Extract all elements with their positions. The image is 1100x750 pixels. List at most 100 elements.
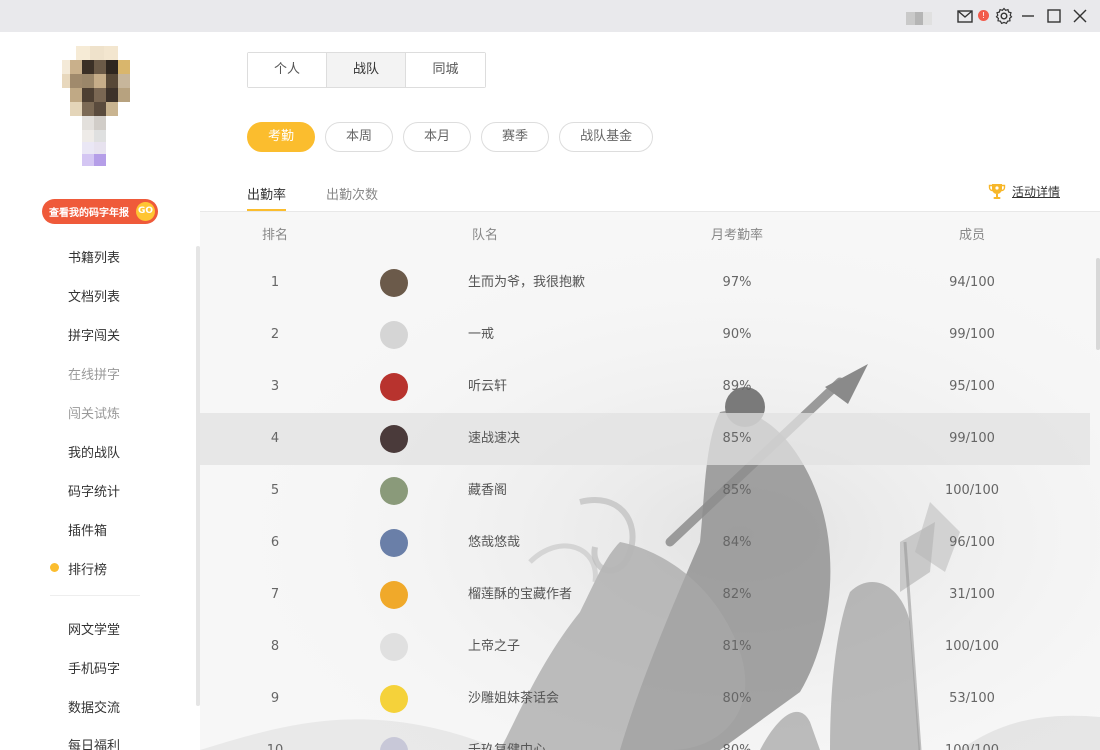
attendance-rate-cell: 82% <box>722 587 752 602</box>
sidebar-item-daily-bonus[interactable]: 每日福利 <box>68 735 120 750</box>
sidebar-item-data-exchange[interactable]: 数据交流 <box>68 697 120 716</box>
title-bar: ! <box>0 0 1100 32</box>
period-filter: 考勤 本周 本月 赛季 战队基金 <box>247 122 663 152</box>
table-row[interactable]: 8 上帝之子 81% 100/100 <box>200 621 1090 673</box>
segment-city[interactable]: 同城 <box>406 53 485 87</box>
members-cell: 99/100 <box>949 431 995 446</box>
notification-badge: ! <box>978 10 989 21</box>
team-avatar[interactable] <box>380 269 408 297</box>
go-badge: GO <box>136 202 155 221</box>
rank-cell: 6 <box>270 535 280 550</box>
metric-tabs: 出勤率 出勤次数 <box>247 184 418 211</box>
header-attendance-rate: 月考勤率 <box>710 228 764 243</box>
rank-cell: 8 <box>270 639 280 654</box>
trophy-icon <box>988 184 1006 199</box>
sidebar-item-leaderboard[interactable]: 排行榜 <box>68 559 107 578</box>
sidebar-item-plugins[interactable]: 插件箱 <box>68 520 107 539</box>
sidebar-item-my-team[interactable]: 我的战队 <box>68 442 120 461</box>
table-row[interactable]: 7 榴莲酥的宝藏作者 82% 31/100 <box>200 569 1090 621</box>
team-name-cell[interactable]: 榴莲酥的宝藏作者 <box>468 569 572 621</box>
table-row[interactable]: 1 生而为爷，我很抱歉 97% 94/100 <box>200 257 1090 309</box>
header-members: 成员 <box>958 228 986 243</box>
team-name-cell[interactable]: 千玖复健中心 <box>468 725 546 750</box>
attendance-rate-cell: 85% <box>722 483 752 498</box>
team-name-cell[interactable]: 生而为爷，我很抱歉 <box>468 257 585 309</box>
attendance-rate-cell: 84% <box>722 535 752 550</box>
minimize-icon[interactable] <box>1018 6 1038 26</box>
table-row[interactable]: 9 沙雕姐妹茶话会 80% 53/100 <box>200 673 1090 725</box>
sidebar-item-trial[interactable]: 闯关试炼 <box>68 403 120 422</box>
attendance-rate-cell: 80% <box>722 691 752 706</box>
active-indicator-dot <box>50 563 59 572</box>
sidebar-item-online-typing[interactable]: 在线拼字 <box>68 364 120 383</box>
avatar[interactable] <box>62 46 142 182</box>
segment-personal[interactable]: 个人 <box>248 53 327 87</box>
pill-month[interactable]: 本月 <box>403 122 472 152</box>
main-content: 个人 战队 同城 考勤 本周 本月 赛季 战队基金 出勤率 出勤次数 活动详情 <box>200 32 1100 750</box>
table-row[interactable]: 6 悠哉悠哉 84% 96/100 <box>200 517 1090 569</box>
table-row[interactable]: 3 听云轩 89% 95/100 <box>200 361 1090 413</box>
rank-cell: 9 <box>270 691 280 706</box>
team-name-cell[interactable]: 速战速决 <box>468 413 520 465</box>
event-details-link[interactable]: 活动详情 <box>988 182 1060 200</box>
table-row[interactable]: 4 速战速决 85% 99/100 <box>200 413 1090 465</box>
tab-attendance-rate[interactable]: 出勤率 <box>247 184 287 211</box>
members-cell: 95/100 <box>949 379 995 394</box>
tab-attendance-count[interactable]: 出勤次数 <box>326 184 378 211</box>
team-avatar[interactable] <box>380 321 408 349</box>
pill-season[interactable]: 赛季 <box>481 122 550 152</box>
team-avatar[interactable] <box>380 737 408 750</box>
members-cell: 99/100 <box>949 327 995 342</box>
table-row[interactable]: 10 千玖复健中心 80% 100/100 <box>200 725 1090 750</box>
rank-cell: 7 <box>270 587 280 602</box>
sidebar-item-book-list[interactable]: 书籍列表 <box>68 247 120 266</box>
team-avatar[interactable] <box>380 425 408 453</box>
sidebar-divider <box>50 595 140 596</box>
sidebar-item-doc-list[interactable]: 文档列表 <box>68 286 120 305</box>
user-avatar-small[interactable] <box>906 10 934 25</box>
rank-cell: 3 <box>270 379 280 394</box>
main-scrollbar[interactable] <box>1096 258 1100 350</box>
team-name-cell[interactable]: 藏香阁 <box>468 465 507 517</box>
members-cell: 96/100 <box>949 535 995 550</box>
team-avatar[interactable] <box>380 633 408 661</box>
pill-team-fund[interactable]: 战队基金 <box>559 122 654 152</box>
team-avatar[interactable] <box>380 529 408 557</box>
members-cell: 53/100 <box>949 691 995 706</box>
members-cell: 100/100 <box>945 725 999 750</box>
sidebar-item-mobile-typing[interactable]: 手机码字 <box>68 658 120 677</box>
team-name-cell[interactable]: 悠哉悠哉 <box>468 517 520 569</box>
table-row[interactable]: 2 一戒 90% 99/100 <box>200 309 1090 361</box>
attendance-rate-cell: 89% <box>722 379 752 394</box>
team-name-cell[interactable]: 沙雕姐妹茶话会 <box>468 673 559 725</box>
team-avatar[interactable] <box>380 477 408 505</box>
rank-cell: 4 <box>270 431 280 446</box>
pill-week[interactable]: 本周 <box>325 122 394 152</box>
members-cell: 31/100 <box>949 587 995 602</box>
sidebar-item-typing-stats[interactable]: 码字统计 <box>68 481 120 500</box>
team-name-cell[interactable]: 一戒 <box>468 309 494 361</box>
sidebar-item-typing-challenge[interactable]: 拼字闯关 <box>68 325 120 344</box>
team-avatar[interactable] <box>380 373 408 401</box>
team-avatar[interactable] <box>380 685 408 713</box>
sidebar-item-web-school[interactable]: 网文学堂 <box>68 619 120 638</box>
rank-cell: 10 <box>267 725 284 750</box>
settings-icon[interactable] <box>994 6 1014 26</box>
header-team-name: 队名 <box>471 228 499 243</box>
members-cell: 94/100 <box>949 275 995 290</box>
maximize-icon[interactable] <box>1044 6 1064 26</box>
scope-segmented-control: 个人 战队 同城 <box>247 52 486 88</box>
mail-icon[interactable] <box>955 6 975 26</box>
members-cell: 100/100 <box>944 483 1000 498</box>
team-name-cell[interactable]: 上帝之子 <box>468 621 520 673</box>
pill-attendance[interactable]: 考勤 <box>247 122 316 152</box>
year-report-button[interactable]: 查看我的码字年报 GO <box>42 199 158 224</box>
team-name-cell[interactable]: 听云轩 <box>468 361 507 413</box>
event-details-label: 活动详情 <box>1011 184 1060 199</box>
attendance-rate-cell: 80% <box>723 725 752 750</box>
close-icon[interactable] <box>1070 6 1090 26</box>
team-avatar[interactable] <box>380 581 408 609</box>
table-row[interactable]: 5 藏香阁 85% 100/100 <box>200 465 1090 517</box>
segment-team[interactable]: 战队 <box>327 53 406 87</box>
sidebar: 查看我的码字年报 GO 书籍列表 文档列表 拼字闯关 在线拼字 闯关试炼 我的战… <box>0 32 200 750</box>
